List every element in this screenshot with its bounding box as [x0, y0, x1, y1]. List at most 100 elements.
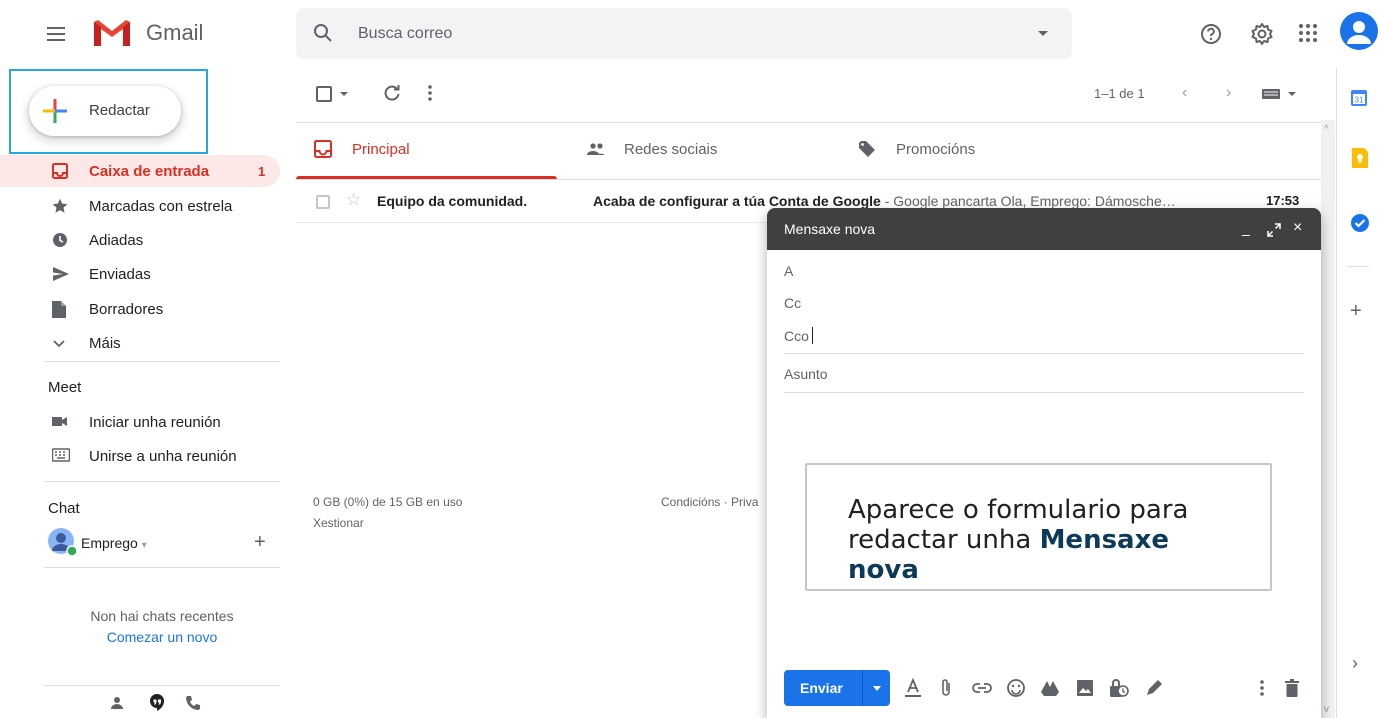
sidebar-item-drafts[interactable]: Borradores [0, 293, 280, 325]
scroll-up-icon[interactable]: ^ [1324, 124, 1329, 135]
close-icon[interactable]: × [1293, 219, 1302, 237]
attach-file-icon[interactable] [940, 678, 952, 698]
sidebar-item-starred[interactable]: Marcadas con estrela [0, 190, 280, 222]
sidebar-item-sent[interactable]: Enviadas [0, 258, 280, 290]
insert-photo-icon[interactable] [1075, 678, 1095, 698]
expand-panel-icon[interactable]: › [1352, 653, 1358, 674]
star-icon [52, 198, 68, 214]
email-snippet: - Google pancarta Ola, Emprego: Dámosche… [880, 193, 1176, 209]
confidential-mode-icon[interactable] [1108, 678, 1130, 698]
sidebar-item-label: Adiadas [89, 232, 144, 249]
send-options-caret-icon[interactable] [873, 686, 881, 691]
select-options-caret-icon[interactable] [340, 92, 348, 96]
main-scrollbar[interactable]: ^ v [1321, 120, 1335, 718]
refresh-icon[interactable] [383, 84, 401, 102]
sidebar-item-inbox[interactable]: Caixa de entrada 1 [0, 155, 280, 187]
tab-principal[interactable]: Principal [296, 124, 557, 180]
video-icon [52, 414, 68, 428]
formatting-options-icon[interactable] [904, 678, 922, 698]
side-panel-divider [1347, 266, 1369, 267]
tasks-icon[interactable] [1350, 213, 1370, 233]
fullscreen-icon[interactable] [1267, 223, 1281, 237]
next-page-icon[interactable]: › [1226, 84, 1231, 102]
more-options-icon[interactable] [426, 84, 434, 102]
subject-field[interactable]: Asunto [784, 366, 1304, 382]
insert-link-icon[interactable] [972, 678, 992, 698]
callout-text: Aparece o formulario para redactar unha … [848, 495, 1248, 585]
insert-emoji-icon[interactable] [1006, 678, 1026, 698]
calendar-icon[interactable]: 31 [1350, 89, 1368, 107]
tab-social[interactable]: Redes sociais [568, 124, 829, 180]
insert-drive-icon[interactable] [1040, 678, 1060, 698]
sidebar-item-snoozed[interactable]: Adiadas [0, 224, 280, 256]
previous-page-icon[interactable]: ‹ [1182, 84, 1187, 102]
help-icon[interactable] [1200, 23, 1222, 45]
side-panel: 31 + › [1336, 68, 1378, 718]
settings-gear-icon[interactable] [1250, 22, 1274, 46]
chat-section-title: Chat [48, 500, 80, 517]
insert-signature-icon[interactable] [1144, 678, 1164, 698]
compose-button[interactable]: Redactar [29, 86, 181, 136]
search-options-icon[interactable] [1038, 31, 1048, 36]
input-tools-icon[interactable] [1262, 88, 1298, 100]
tag-icon [858, 140, 876, 158]
select-all-checkbox[interactable] [316, 86, 332, 102]
minimize-icon[interactable]: _ [1242, 220, 1250, 236]
field-divider [784, 392, 1304, 393]
sidebar-item-new-meeting[interactable]: Iniciar unha reunión [0, 406, 280, 438]
email-sender: Equipo da comunidad. [377, 193, 528, 209]
sidebar-divider [44, 481, 280, 482]
tab-label: Principal [352, 141, 410, 158]
field-divider [784, 353, 1304, 354]
main-menu-icon[interactable] [44, 22, 68, 46]
no-chats-text: Non hai chats recentes [90, 608, 234, 624]
email-select-checkbox[interactable] [316, 195, 330, 209]
scroll-down-icon[interactable]: v [1324, 704, 1329, 715]
chat-user-name[interactable]: Emprego ▾ [81, 535, 147, 551]
bcc-label: Cco [784, 328, 809, 344]
search-input[interactable]: Busca correo [358, 25, 452, 43]
compose-header[interactable]: Mensaxe nova _ × [767, 208, 1321, 250]
chat-user-avatar[interactable] [46, 526, 76, 556]
apps-grid-icon[interactable] [1298, 23, 1318, 43]
sidebar-item-label: Borradores [89, 301, 164, 318]
phone-icon[interactable] [185, 695, 201, 711]
storage-usage-text: 0 GB (0%) de 15 GB en uso [313, 495, 463, 509]
draft-icon [52, 301, 66, 318]
start-chat-link[interactable]: Comezar un novo [44, 629, 280, 645]
brand-name: Gmail [146, 20, 204, 45]
sidebar-item-more[interactable]: Máis [0, 327, 280, 359]
sidebar-item-label: Máis [89, 335, 121, 352]
bcc-field[interactable]: Cco [784, 327, 1304, 344]
cc-field[interactable]: Cc [784, 295, 1304, 311]
tab-promotions[interactable]: Promocións [840, 124, 1101, 180]
hangouts-chat-icon[interactable] [148, 693, 166, 711]
sidebar-item-join-meeting[interactable]: Unirse a unha reunión [0, 440, 280, 472]
search-icon[interactable] [312, 22, 334, 44]
gmail-logo-icon[interactable] [92, 18, 132, 48]
add-chat-icon[interactable]: + [254, 531, 266, 554]
discard-draft-icon[interactable] [1284, 678, 1300, 698]
account-avatar[interactable] [1340, 12, 1378, 50]
sidebar-item-label: Unirse a unha reunión [89, 448, 237, 465]
chevron-down-icon [52, 335, 66, 351]
send-button[interactable]: Enviar [784, 670, 890, 706]
more-compose-options-icon[interactable] [1258, 678, 1266, 698]
manage-storage-link[interactable]: Xestionar [313, 516, 364, 530]
to-field[interactable]: A [784, 263, 1304, 279]
email-subject: Acaba de configurar a túa Conta de Googl… [593, 193, 1176, 209]
star-toggle-icon[interactable]: ☆ [346, 190, 361, 210]
keep-icon[interactable] [1352, 148, 1368, 168]
chat-status-caret-icon[interactable]: ▾ [142, 540, 147, 551]
clock-icon [52, 232, 68, 248]
terms-privacy-links[interactable]: Condicións · Priva [661, 495, 758, 509]
sidebar-item-label: Marcadas con estrela [89, 198, 233, 215]
sidebar-divider [44, 685, 280, 686]
add-addon-icon[interactable]: + [1350, 300, 1362, 323]
unread-count-badge: 1 [258, 164, 266, 179]
inbox-icon [52, 163, 68, 179]
text-cursor [811, 327, 813, 344]
contacts-person-icon[interactable] [110, 696, 124, 710]
inbox-icon [314, 140, 332, 158]
search-bar[interactable]: Busca correo [296, 8, 1072, 59]
